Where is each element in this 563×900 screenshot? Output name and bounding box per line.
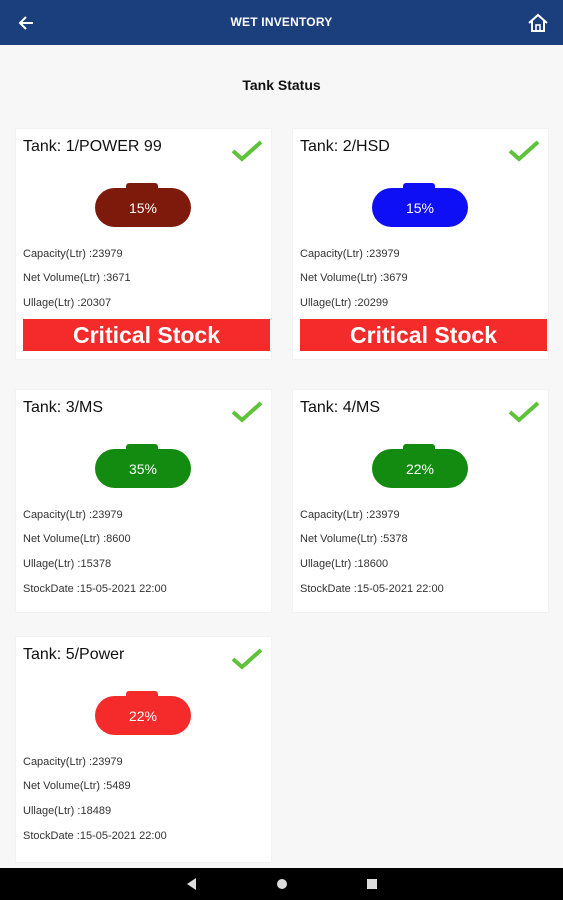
capacity-row: Capacity(Ltr) :23979	[300, 509, 400, 521]
ullage-row: Ullage(Ltr) :20299	[300, 297, 389, 309]
check-icon	[231, 140, 263, 162]
stock-date-row: StockDate :15-05-2021 22:00	[300, 583, 444, 595]
check-icon	[508, 401, 540, 423]
check-icon	[231, 648, 263, 670]
tank-name: Tank: 2/HSD	[300, 138, 390, 155]
tank-gauge: 22%	[95, 691, 191, 735]
capacity-row: Capacity(Ltr) :23979	[23, 756, 123, 768]
tank-name: Tank: 1/POWER 99	[23, 138, 162, 155]
ullage-row: Ullage(Ltr) :20307	[23, 297, 112, 309]
critical-stock-banner: Critical Stock	[300, 319, 547, 351]
page-title: WET INVENTORY	[230, 15, 333, 29]
system-nav-bar	[0, 868, 563, 900]
ullage-row: Ullage(Ltr) :15378	[23, 558, 112, 570]
tank-card[interactable]: Tank: 2/HSD 15% Capacity(Ltr) :23979 Net…	[293, 129, 548, 359]
tank-card[interactable]: Tank: 1/POWER 99 15% Capacity(Ltr) :2397…	[16, 129, 271, 359]
home-button[interactable]	[525, 10, 551, 36]
tank-gauge: 35%	[95, 444, 191, 488]
tank-gauge: 15%	[95, 183, 191, 227]
tank-card[interactable]: Tank: 4/MS 22% Capacity(Ltr) :23979 Net …	[293, 390, 548, 612]
net-volume-row: Net Volume(Ltr) :5378	[300, 533, 408, 545]
tank-gauge: 15%	[372, 183, 468, 227]
ullage-row: Ullage(Ltr) :18600	[300, 558, 389, 570]
tank-card[interactable]: Tank: 5/Power 22% Capacity(Ltr) :23979 N…	[16, 637, 271, 862]
net-volume-row: Net Volume(Ltr) :3671	[23, 272, 131, 284]
ullage-row: Ullage(Ltr) :18489	[23, 805, 112, 817]
tank-gauge: 22%	[372, 444, 468, 488]
stock-date-row: StockDate :15-05-2021 22:00	[23, 583, 167, 595]
net-volume-row: Net Volume(Ltr) :8600	[23, 533, 131, 545]
tank-percent: 35%	[95, 449, 191, 488]
stock-date-row: StockDate :15-05-2021 22:00	[23, 830, 167, 842]
net-volume-row: Net Volume(Ltr) :5489	[23, 780, 131, 792]
square-recents-icon[interactable]	[364, 876, 380, 892]
check-icon	[508, 140, 540, 162]
home-icon	[528, 13, 548, 32]
capacity-row: Capacity(Ltr) :23979	[23, 248, 123, 260]
tank-percent: 15%	[95, 188, 191, 227]
check-icon	[231, 401, 263, 423]
tank-name: Tank: 5/Power	[23, 646, 125, 663]
triangle-back-icon[interactable]	[184, 876, 200, 892]
capacity-row: Capacity(Ltr) :23979	[23, 509, 123, 521]
tank-card[interactable]: Tank: 3/MS 35% Capacity(Ltr) :23979 Net …	[16, 390, 271, 612]
critical-stock-banner: Critical Stock	[23, 319, 270, 351]
capacity-row: Capacity(Ltr) :23979	[300, 248, 400, 260]
app-bar: WET INVENTORY	[0, 0, 563, 45]
circle-home-icon[interactable]	[274, 876, 290, 892]
net-volume-row: Net Volume(Ltr) :3679	[300, 272, 408, 284]
tank-name: Tank: 4/MS	[300, 399, 381, 416]
tank-name: Tank: 3/MS	[23, 399, 104, 416]
tank-percent: 22%	[95, 696, 191, 735]
section-title: Tank Status	[242, 77, 321, 93]
tank-percent: 15%	[372, 188, 468, 227]
tank-percent: 22%	[372, 449, 468, 488]
